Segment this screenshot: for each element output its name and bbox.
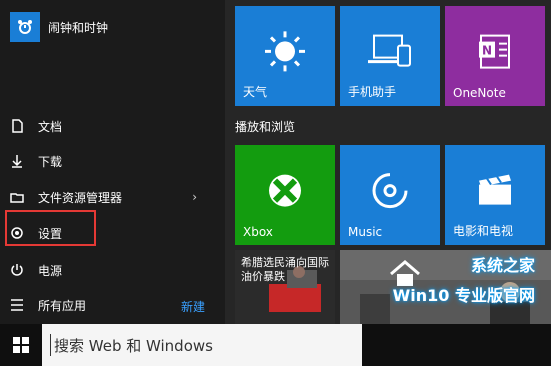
svg-text:N: N: [482, 44, 492, 58]
section-title-play-browse: 播放和浏览: [235, 120, 296, 134]
tile-movies-tv-label: 电影和电视: [453, 224, 514, 238]
windows-logo-icon: [13, 337, 29, 353]
tile-weather[interactable]: 天气: [235, 6, 335, 106]
tile-news[interactable]: 希腊选民涌向国际油价暴跌: [235, 250, 335, 324]
watermark-line-1: Win10 专业版官网: [392, 286, 535, 305]
sun-icon: [261, 27, 309, 79]
list-icon: [10, 298, 24, 312]
tile-onenote[interactable]: N OneNote: [445, 6, 545, 106]
search-placeholder: 搜索 Web 和 Windows: [54, 336, 213, 355]
tile-weather-label: 天气: [243, 85, 268, 99]
clapperboard-icon: [471, 169, 519, 217]
search-box[interactable]: 搜索 Web 和 Windows: [42, 324, 362, 366]
alarm-clock-app-item[interactable]: 闹钟和时钟: [10, 12, 108, 42]
tile-music-label: Music: [348, 225, 383, 239]
chevron-right-icon[interactable]: ›: [192, 190, 197, 204]
phone-laptop-icon: [364, 30, 416, 78]
power-icon: [10, 263, 24, 277]
menu-file-explorer[interactable]: 文件资源管理器 ›: [10, 185, 215, 209]
watermark-line-2: 系统之家: [470, 256, 535, 275]
tile-onenote-label: OneNote: [453, 86, 506, 100]
music-disc-icon: [368, 169, 412, 217]
onenote-icon: N: [473, 30, 517, 78]
menu-documents-label: 文档: [38, 119, 63, 134]
xbox-icon: [263, 169, 307, 217]
download-icon: [10, 154, 24, 168]
alarm-clock-icon: [10, 12, 40, 42]
news-headline: 希腊选民涌向国际油价暴跌: [241, 256, 329, 283]
menu-power-label: 电源: [38, 263, 63, 278]
new-badge: 新建: [180, 300, 205, 314]
menu-downloads-label: 下载: [38, 154, 63, 169]
alarm-clock-label: 闹钟和时钟: [48, 20, 109, 35]
watermark: 系统之家 Win10 专业版官网: [383, 244, 543, 318]
tile-xbox[interactable]: Xbox: [235, 145, 335, 245]
taskbar: 搜索 Web 和 Windows: [0, 324, 551, 366]
menu-all-apps[interactable]: 所有应用: [10, 293, 86, 317]
tile-xbox-label: Xbox: [243, 225, 273, 239]
document-icon: [10, 119, 24, 133]
tile-movies-tv[interactable]: 电影和电视: [445, 145, 545, 245]
start-menu-left-panel: 闹钟和时钟 文档 下载 文件资源管理器 › 设置 电源 所有应用 新建: [0, 0, 225, 324]
menu-downloads[interactable]: 下载: [10, 149, 62, 173]
menu-file-explorer-label: 文件资源管理器: [38, 190, 123, 205]
tile-photo[interactable]: 系统之家 Win10 专业版官网: [340, 250, 551, 324]
menu-all-apps-label: 所有应用: [38, 298, 87, 313]
tile-phone-assistant[interactable]: 手机助手: [340, 6, 440, 106]
menu-documents[interactable]: 文档: [10, 114, 62, 138]
folder-icon: [10, 190, 24, 204]
tile-music[interactable]: Music: [340, 145, 440, 245]
windows-start-button[interactable]: [0, 324, 42, 366]
search-caret: [50, 334, 51, 356]
tile-phone-assistant-label: 手机助手: [348, 85, 397, 99]
menu-power[interactable]: 电源: [10, 258, 62, 282]
settings-highlight-frame: [5, 210, 96, 246]
